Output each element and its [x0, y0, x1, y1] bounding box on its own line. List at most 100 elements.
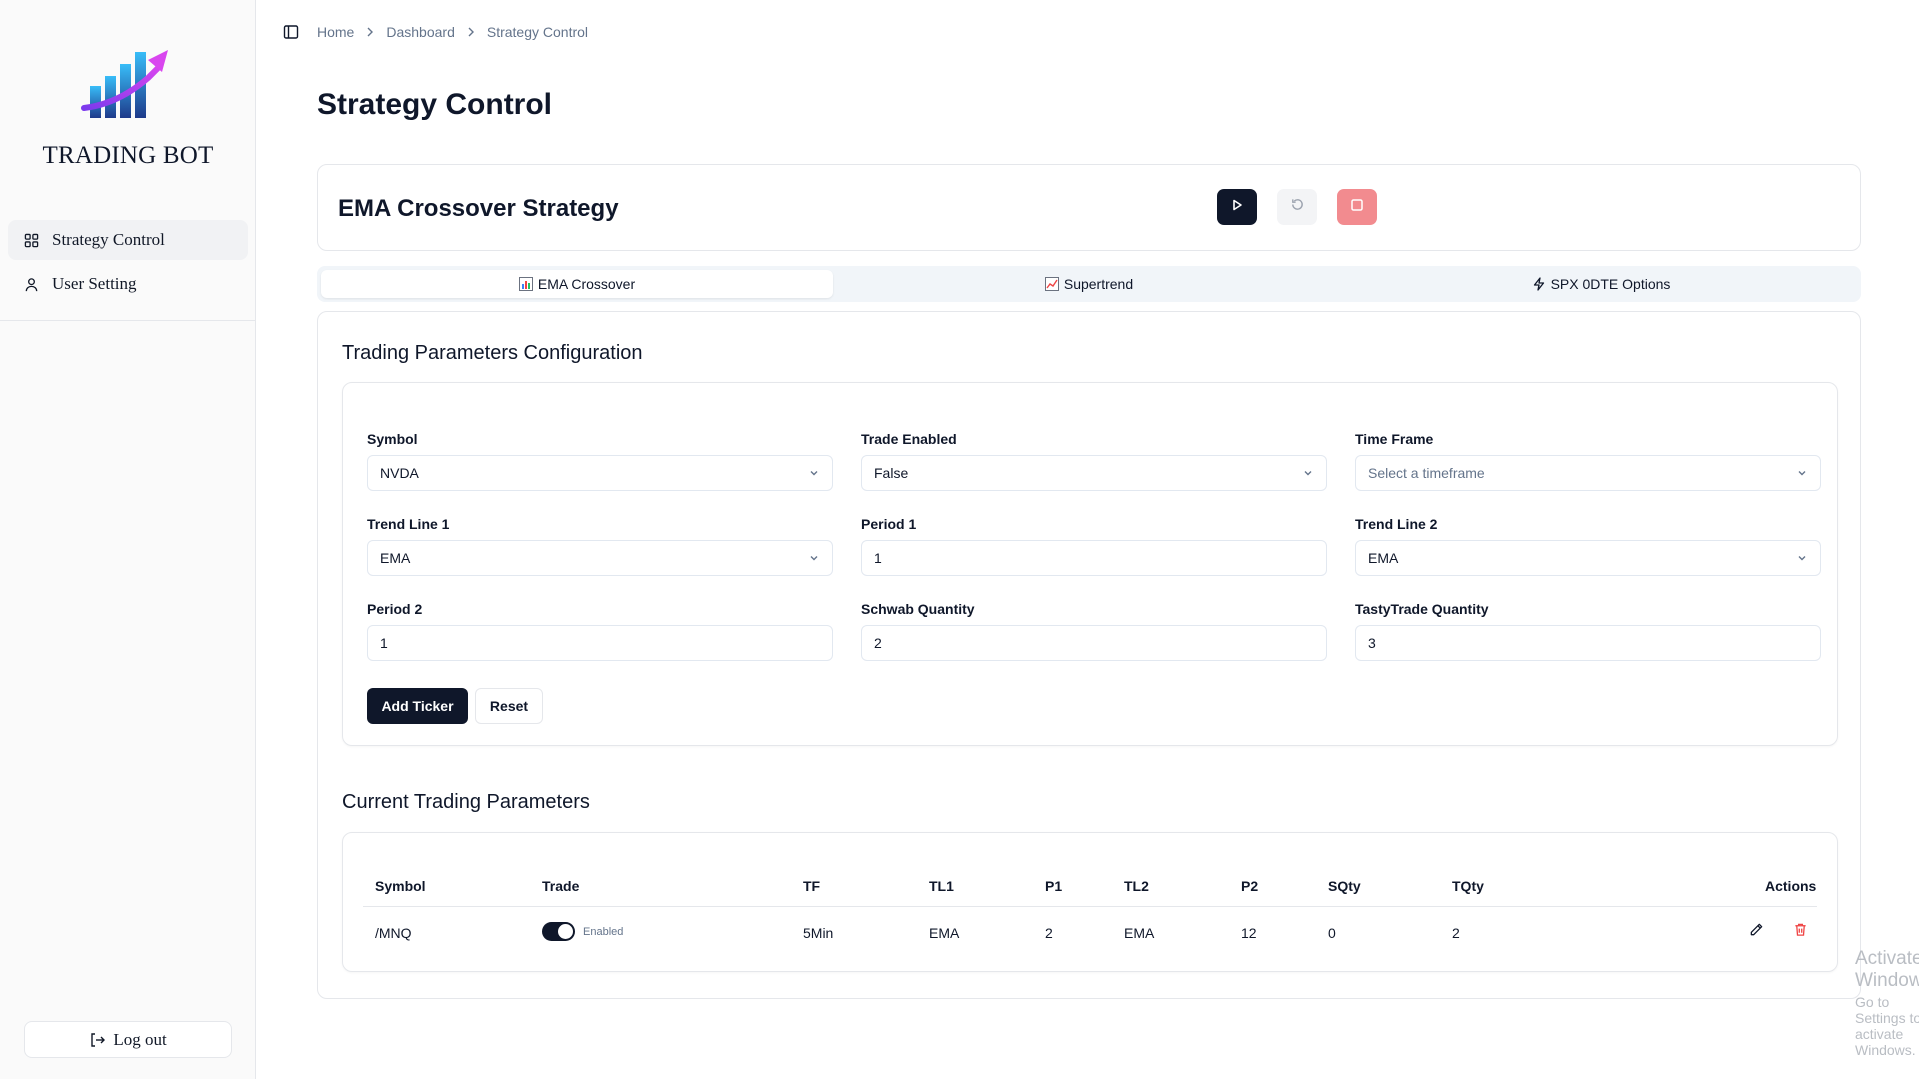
- tab-label: Supertrend: [1063, 276, 1134, 292]
- line-chart-icon: [1044, 277, 1059, 291]
- strategy-tabs: EMA Crossover Supertrend SPX 0DTE Option…: [317, 266, 1861, 302]
- tastytrade-quantity-label: TastyTrade Quantity: [1355, 601, 1489, 617]
- breadcrumb: Home Dashboard Strategy Control: [283, 24, 588, 40]
- tab-spx-0dte-options[interactable]: SPX 0DTE Options: [1345, 270, 1857, 298]
- chevron-down-icon: [808, 552, 820, 564]
- column-header: Actions: [1765, 878, 1817, 894]
- activate-windows-watermark: Activate Windows Go to Settings to activ…: [1855, 948, 1919, 1058]
- trend-line-1-value: EMA: [380, 550, 411, 566]
- chevron-down-icon: [1796, 467, 1808, 479]
- tastytrade-quantity-value: 3: [1368, 635, 1376, 651]
- chevron-down-icon: [1796, 552, 1808, 564]
- cell-tl1: EMA: [929, 925, 960, 941]
- grid-icon: [22, 231, 40, 249]
- logout-icon: [89, 1032, 106, 1048]
- time-frame-label: Time Frame: [1355, 431, 1434, 447]
- cell-p2: 12: [1241, 925, 1257, 941]
- watermark-line1: Activate Windows: [1855, 948, 1919, 991]
- trade-toggle[interactable]: [542, 922, 575, 941]
- cell-tl2: EMA: [1124, 925, 1155, 941]
- strategy-title: EMA Crossover Strategy: [338, 195, 619, 222]
- chevron-right-icon: [366, 27, 374, 37]
- breadcrumb-current: Strategy Control: [486, 24, 589, 40]
- column-header: Symbol: [375, 878, 426, 894]
- sidebar-toggle-icon[interactable]: [283, 24, 299, 40]
- period-1-label: Period 1: [861, 516, 917, 532]
- current-params-title: Current Trading Parameters: [342, 791, 590, 813]
- stop-icon: [1350, 198, 1364, 217]
- schwab-quantity-input[interactable]: 2: [861, 625, 1327, 661]
- cell-tf: 5Min: [803, 925, 834, 941]
- stop-button[interactable]: [1337, 189, 1377, 225]
- column-header: TQty: [1452, 878, 1484, 894]
- sidebar-item-label: Strategy Control: [52, 230, 165, 249]
- sidebar-item-user-setting[interactable]: User Setting: [8, 264, 248, 304]
- config-title: Trading Parameters Configuration: [342, 342, 643, 364]
- column-header: SQty: [1328, 878, 1361, 894]
- sidebar-item-strategy-control[interactable]: Strategy Control: [8, 220, 248, 260]
- edit-button[interactable]: [1746, 922, 1766, 942]
- chevron-down-icon: [808, 467, 820, 479]
- chevron-down-icon: [1302, 467, 1314, 479]
- cell-sqty: 0: [1328, 925, 1336, 941]
- period-2-label: Period 2: [367, 601, 423, 617]
- brand-title: TRADING BOT: [42, 142, 214, 169]
- trend-line-2-select[interactable]: EMA: [1355, 540, 1821, 576]
- cell-p1: 2: [1045, 925, 1053, 941]
- sidebar: TRADING BOT Strategy Control User Settin…: [0, 0, 256, 1079]
- symbol-label: Symbol: [367, 431, 418, 447]
- period-2-value: 1: [380, 635, 388, 651]
- trading-bot-logo: [81, 50, 168, 118]
- column-header: P1: [1045, 878, 1063, 894]
- sidebar-item-label: User Setting: [52, 274, 137, 293]
- column-header: TF: [803, 878, 821, 894]
- rotate-icon: [1290, 197, 1305, 217]
- tab-label: EMA Crossover: [537, 276, 636, 292]
- reset-button[interactable]: Reset: [475, 688, 543, 724]
- trend-line-2-value: EMA: [1368, 550, 1399, 566]
- params-table: Symbol Trade TF TL1 P1 TL2 P2 SQty TQty …: [342, 832, 1838, 972]
- chevron-right-icon: [467, 27, 475, 37]
- sidebar-divider: [0, 320, 256, 321]
- tastytrade-quantity-input[interactable]: 3: [1355, 625, 1821, 661]
- start-button[interactable]: [1217, 189, 1257, 225]
- trade-enabled-select[interactable]: False: [861, 455, 1327, 491]
- cell-tqty: 2: [1452, 925, 1460, 941]
- time-frame-select[interactable]: Select a timeframe: [1355, 455, 1821, 491]
- delete-button[interactable]: [1790, 922, 1810, 942]
- add-ticker-button[interactable]: Add Ticker: [367, 688, 468, 724]
- trade-enabled-label: Trade Enabled: [861, 431, 957, 447]
- column-header: P2: [1241, 878, 1259, 894]
- trash-icon: [1793, 922, 1808, 942]
- symbol-value: NVDA: [380, 465, 419, 481]
- period-2-input[interactable]: 1: [367, 625, 833, 661]
- sidebar-nav: Strategy Control User Setting: [8, 220, 248, 308]
- config-form: Symbol NVDA Trade Enabled False Time Fra…: [342, 382, 1838, 746]
- trend-line-1-label: Trend Line 1: [367, 516, 450, 532]
- strategy-card: EMA Crossover Strategy: [317, 164, 1861, 251]
- column-header: TL2: [1124, 878, 1149, 894]
- time-frame-placeholder: Select a timeframe: [1368, 465, 1485, 481]
- trend-line-1-select[interactable]: EMA: [367, 540, 833, 576]
- lightning-icon: [1532, 277, 1546, 291]
- column-header: Trade: [542, 878, 580, 894]
- logout-label: Log out: [113, 1029, 167, 1049]
- trade-enabled-value: False: [874, 465, 909, 481]
- tab-ema-crossover[interactable]: EMA Crossover: [321, 270, 833, 298]
- main-content: Home Dashboard Strategy Control Strategy…: [257, 0, 1919, 1079]
- symbol-select[interactable]: NVDA: [367, 455, 833, 491]
- breadcrumb-dashboard[interactable]: Dashboard: [386, 24, 455, 40]
- play-icon: [1230, 198, 1244, 217]
- breadcrumb-home[interactable]: Home: [317, 24, 354, 40]
- watermark-line2: Go to Settings to activate Windows.: [1855, 994, 1919, 1058]
- pencil-icon: [1749, 922, 1764, 942]
- logout-button[interactable]: Log out: [24, 1021, 232, 1058]
- schwab-quantity-label: Schwab Quantity: [861, 601, 975, 617]
- column-header: TL1: [929, 878, 954, 894]
- tab-supertrend[interactable]: Supertrend: [833, 270, 1345, 298]
- schwab-quantity-value: 2: [874, 635, 882, 651]
- restart-button[interactable]: [1277, 189, 1317, 225]
- toggle-label: Enabled: [583, 926, 624, 938]
- user-icon: [22, 275, 40, 293]
- period-1-input[interactable]: 1: [861, 540, 1327, 576]
